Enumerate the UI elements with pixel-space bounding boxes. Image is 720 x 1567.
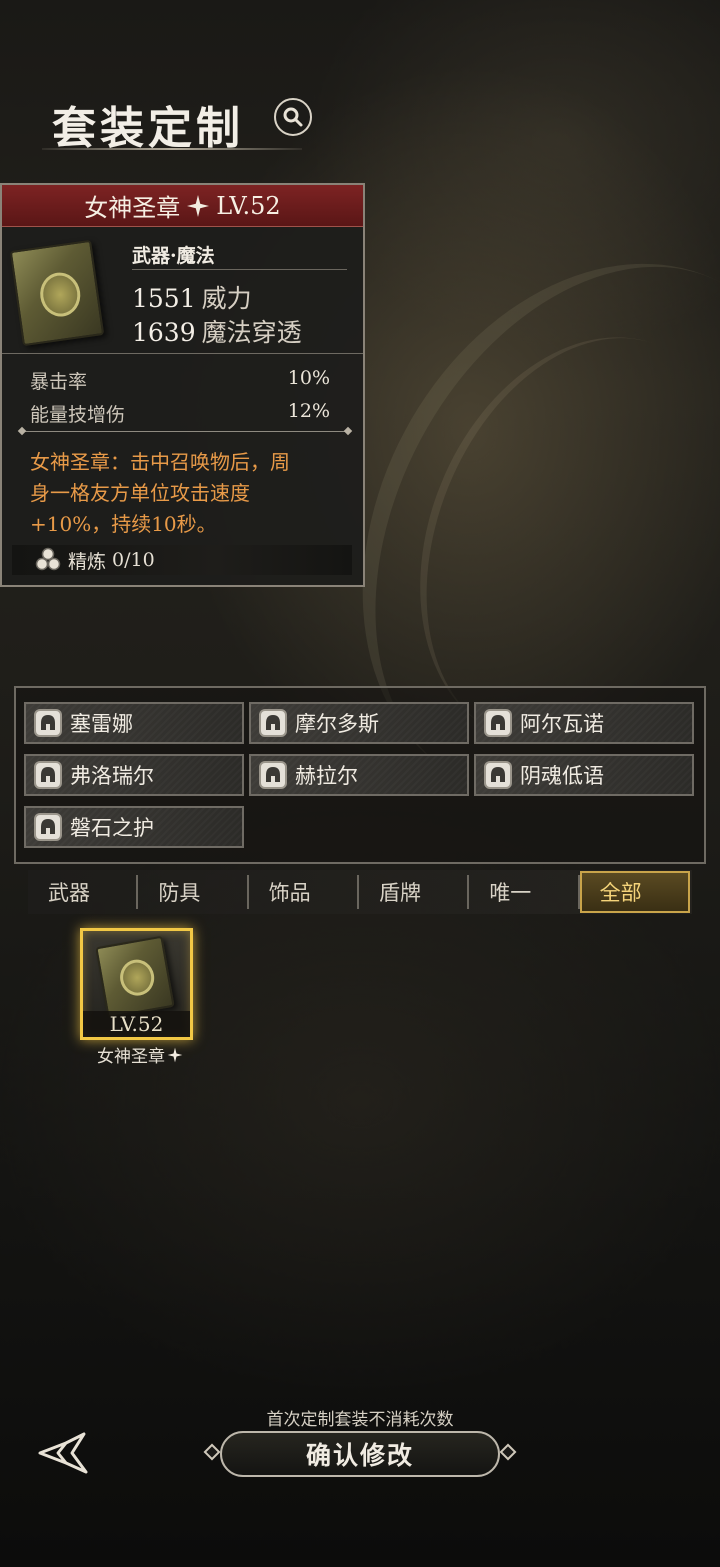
helmet-icon [259, 761, 287, 789]
search-button[interactable] [274, 98, 312, 136]
main-stat-value: 1551 [132, 284, 196, 313]
title-divider [42, 148, 302, 150]
sub-stat-row: 暴击率 10% [30, 367, 330, 394]
ornament-divider [22, 431, 348, 432]
set-effect-text: 女神圣章：击中召唤物后，周 身一格友方单位攻击速度 +10%，持续10秒。 [30, 447, 340, 540]
hero-name: 磐石之护 [70, 816, 154, 840]
helmet-icon [34, 813, 62, 841]
ornament-diamond-right [499, 1443, 517, 1461]
helmet-icon [34, 709, 62, 737]
category-tabs: 武器 防具 饰品 盾牌 唯一 全部 [28, 870, 692, 914]
refine-label: 精炼 [68, 550, 107, 573]
hero-filter-button[interactable]: 磐石之护 [24, 806, 244, 848]
refine-icon [35, 547, 61, 571]
ornament-diamond-left [203, 1443, 221, 1461]
inventory-item-slot[interactable]: LV.52 [80, 928, 193, 1040]
item-detail-card: 女神圣章 LV.52 武器·魔法 1551 威力 1639 魔法穿透 暴击率 10%… [0, 183, 365, 587]
helmet-icon [34, 761, 62, 789]
effect-line: 女神圣章：击中召唤物后，周 [30, 450, 290, 474]
main-stat-value: 1639 [132, 318, 196, 347]
card-divider [2, 353, 363, 354]
tab-shield[interactable]: 盾牌 [359, 875, 470, 909]
free-customize-hint: 首次定制套装不消耗次数 [266, 1410, 454, 1430]
item-type: 武器·魔法 [132, 245, 215, 267]
item-level-badge: LV.52 [83, 1011, 190, 1037]
page-title: 套装定制 [52, 103, 244, 154]
hero-name: 摩尔多斯 [295, 712, 379, 736]
hero-name: 弗洛瑞尔 [70, 764, 154, 788]
sub-stat-label: 能量技增伤 [30, 404, 126, 426]
sub-stat-value: 12% [287, 400, 330, 422]
sub-stat-value: 10% [287, 367, 330, 389]
hero-name: 阿尔瓦诺 [520, 712, 604, 736]
item-level: LV.52 [216, 191, 281, 220]
item-book-icon [9, 239, 105, 347]
effect-line: 身一格友方单位攻击速度 [30, 481, 250, 505]
refine-value: 0/10 [112, 549, 155, 571]
main-stat: 1551 威力 [132, 279, 252, 315]
type-divider [132, 269, 347, 270]
tab-all[interactable]: 全部 [579, 871, 690, 913]
sub-stat-row: 能量技增伤 12% [30, 400, 330, 427]
hero-filter-button[interactable]: 阿尔瓦诺 [474, 702, 694, 744]
star-sparkle-icon [167, 1047, 183, 1062]
hero-filter-panel: 塞雷娜 摩尔多斯 阿尔瓦诺 弗洛瑞尔 赫拉尔 阴魂低语 磐石之护 [14, 686, 706, 864]
hero-filter-button[interactable]: 赫拉尔 [249, 754, 469, 796]
hero-name: 阴魂低语 [520, 764, 604, 788]
tab-weapon[interactable]: 武器 [28, 875, 139, 909]
hero-filter-button[interactable]: 摩尔多斯 [249, 702, 469, 744]
hero-filter-button[interactable]: 弗洛瑞尔 [24, 754, 244, 796]
back-arrow-icon[interactable] [36, 1430, 94, 1476]
main-stat: 1639 魔法穿透 [132, 313, 302, 349]
item-card-header: 女神圣章 LV.52 [2, 185, 363, 227]
hero-filter-button[interactable]: 阴魂低语 [474, 754, 694, 796]
hero-name: 赫拉尔 [295, 764, 358, 788]
helmet-icon [484, 761, 512, 789]
main-stat-label: 魔法穿透 [201, 318, 302, 347]
refine-bar: 精炼 0/10 [12, 545, 352, 575]
star-sparkle-icon [187, 194, 210, 217]
effect-line: +10%，持续10秒。 [30, 512, 217, 536]
inventory-item-name: 女神圣章 [70, 1042, 210, 1067]
tab-armor[interactable]: 防具 [138, 875, 249, 909]
confirm-button[interactable]: 确认修改 [220, 1431, 500, 1477]
tab-accessory[interactable]: 饰品 [249, 875, 359, 909]
sub-stat-label: 暴击率 [30, 371, 88, 393]
item-name: 女神圣章 [84, 194, 181, 222]
search-icon [283, 107, 303, 127]
item-book-icon [95, 935, 175, 1019]
hero-filter-button[interactable]: 塞雷娜 [24, 702, 244, 744]
main-stat-label: 威力 [201, 284, 252, 313]
hero-name: 塞雷娜 [70, 712, 133, 736]
helmet-icon [259, 709, 287, 737]
tab-unique[interactable]: 唯一 [469, 875, 580, 909]
inventory-item-label: 女神圣章 [97, 1047, 165, 1067]
helmet-icon [484, 709, 512, 737]
